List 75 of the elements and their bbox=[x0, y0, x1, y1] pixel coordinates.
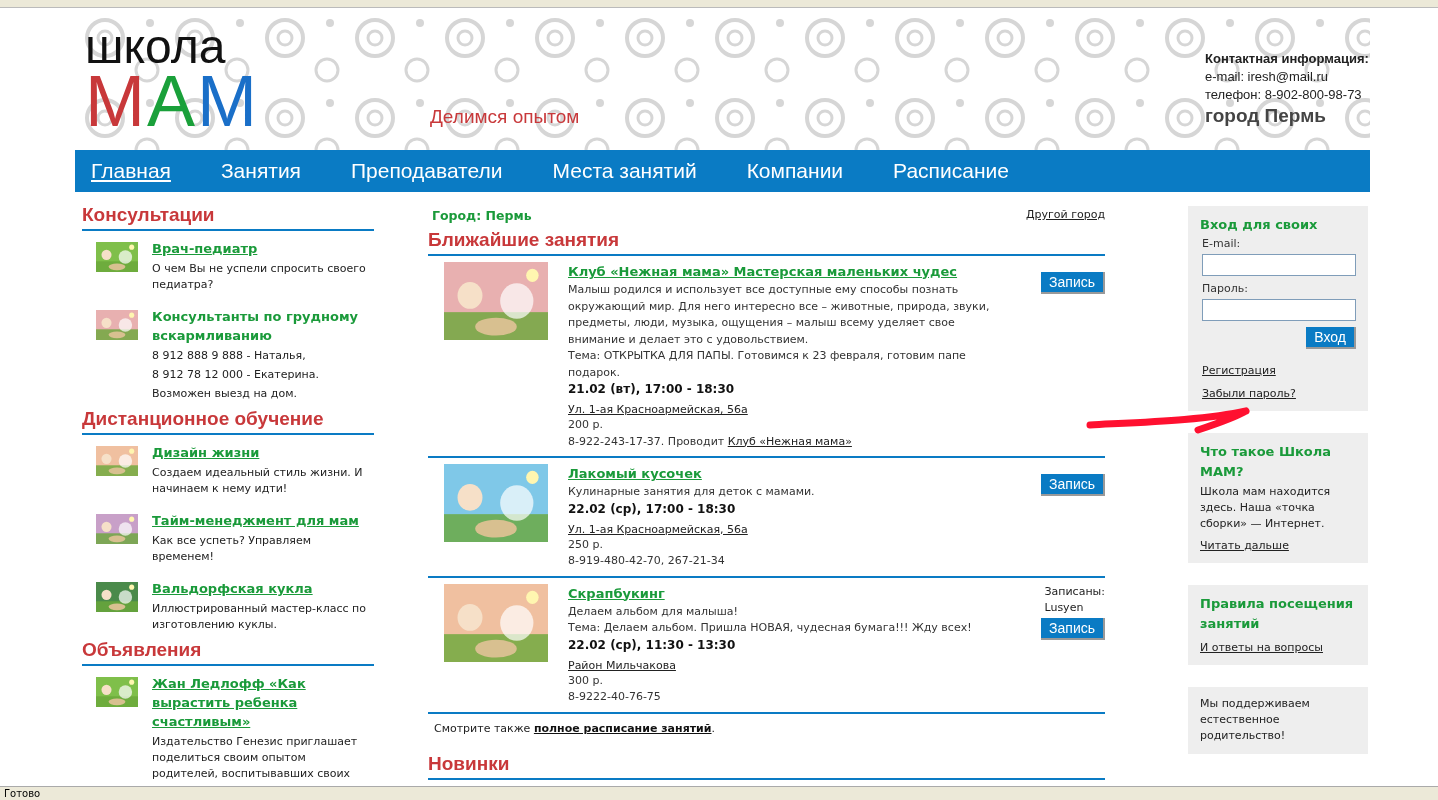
event-description: Малыш родился и использует все доступные ему способы познать окружающий мир. Для него интересно все – животные, природа, звуки, предметы, люди, музыка, ощущения – малыш всему уделяет свое внимание и делает это с удовольствием. bbox=[568, 282, 991, 348]
nav-link[interactable]: Преподаватели bbox=[351, 159, 503, 183]
logo-text: школа bbox=[85, 26, 227, 68]
item-link[interactable]: Жан Ледлофф «Как вырастить ребенка счастливым» bbox=[152, 674, 372, 731]
section-title: Новинки bbox=[428, 752, 1105, 780]
event-description: Кулинарные занятия для деток с мамами. bbox=[568, 484, 816, 500]
contact-title: Контактная информация: bbox=[1205, 50, 1369, 68]
event-price: 200 р. bbox=[568, 417, 604, 433]
section-title: Ближайшие занятия bbox=[428, 229, 1105, 256]
login-link[interactable]: Регистрация bbox=[1202, 364, 1276, 377]
address-link[interactable]: Ул. 1-ая Красноармейская, 56а bbox=[568, 403, 748, 416]
event-time: 21.02 (вт), 17:00 - 18:30 bbox=[568, 381, 736, 398]
contact-line: телефон: 8-902-800-98-73 bbox=[1205, 86, 1363, 104]
item-description: Как все успеть? Управляем временем! bbox=[152, 533, 313, 565]
host-link[interactable]: Клуб «Нежная мама» bbox=[727, 434, 852, 448]
logo-letters: МАМ bbox=[85, 68, 260, 134]
nav-link[interactable]: Места занятий bbox=[552, 159, 697, 183]
item-description: Возможен выезд на дом. bbox=[152, 386, 298, 402]
event-link[interactable]: Лакомый кусочек bbox=[568, 464, 1008, 484]
login-link[interactable]: Забыли пароль? bbox=[1202, 387, 1296, 400]
event-price: 300 р. bbox=[568, 672, 604, 689]
panel-text: Школа мам находится здесь. Наша «точка сборки» — Интернет. bbox=[1200, 484, 1332, 532]
item-description: 8 912 78 12 000 - Екатерина. bbox=[152, 367, 320, 383]
city-name: город Пермь bbox=[1205, 104, 1327, 128]
signup-button[interactable]: Запись bbox=[1041, 474, 1105, 496]
contact-line: e-mail: iresh@mail.ru bbox=[1205, 68, 1329, 86]
address-link[interactable]: Ул. 1-ая Красноармейская, 56а bbox=[568, 522, 748, 536]
item-link[interactable]: Вальдорфская кукла bbox=[152, 579, 372, 598]
event-description: Тема: ОТКРЫТКА ДЛЯ ПАПЫ. Готовимся к 23 февраля, готовим папе подарок. bbox=[568, 348, 967, 381]
item-link[interactable]: Тайм-менеджмент для мам bbox=[152, 511, 372, 530]
signup-button[interactable]: Запись bbox=[1041, 272, 1105, 294]
enrolled-label: Записаны: bbox=[1044, 583, 1105, 600]
email-label: E-mail: bbox=[1201, 237, 1242, 250]
panel-title: Что такое Школа МАМ? bbox=[1200, 443, 1332, 481]
panel-link[interactable]: И ответы на вопросы bbox=[1200, 641, 1323, 654]
see-also-text: Смотрите также полное расписание занятий. bbox=[433, 720, 716, 737]
item-description: Иллюстрированный мастер-класс по изготовлению куклы. bbox=[152, 601, 367, 633]
nav-link[interactable]: Расписание bbox=[893, 159, 1009, 183]
panel-title: Правила посещения занятий bbox=[1200, 595, 1355, 633]
item-link[interactable]: Врач-педиатр bbox=[152, 239, 372, 258]
login-button[interactable]: Вход bbox=[1306, 327, 1356, 349]
panel-text: Мы поддерживаем естественное родительство! bbox=[1200, 696, 1311, 744]
nav-link[interactable]: Компании bbox=[746, 159, 844, 183]
enrolled-user: Lusyen bbox=[1044, 599, 1085, 616]
city-label: Город: Пермь bbox=[432, 208, 532, 223]
schedule-link[interactable]: полное расписание занятий bbox=[533, 721, 712, 735]
signup-button[interactable]: Запись bbox=[1041, 617, 1105, 640]
event-contact: 8-922-243-17-37. Проводит Клуб «Нежная мама» bbox=[568, 433, 853, 450]
event-description: Тема: Делаем альбом. Пришла НОВАЯ, чудесная бумага!!! Жду всех! bbox=[568, 620, 973, 636]
item-description: Создаем идеальный стиль жизни. И начинаем к нему идти! bbox=[152, 465, 364, 497]
item-link[interactable]: Дизайн жизни bbox=[152, 443, 372, 462]
nav-link[interactable]: Занятия bbox=[220, 159, 301, 183]
status-bar: Готово bbox=[0, 786, 1438, 800]
section-title: Объявления bbox=[82, 639, 374, 666]
address-link[interactable]: Район Мильчакова bbox=[568, 658, 676, 672]
section-title: Консультации bbox=[82, 204, 374, 231]
event-link[interactable]: Клуб «Нежная мама» Мастерская маленьких чудес bbox=[568, 262, 1008, 282]
item-description: О чем Вы не успели спросить своего педиатра? bbox=[152, 261, 367, 293]
event-time: 22.02 (ср), 17:00 - 18:30 bbox=[568, 500, 737, 518]
event-contact: 8-9222-40-76-75 bbox=[568, 689, 662, 705]
password-label: Пароль: bbox=[1201, 282, 1249, 295]
event-link[interactable]: Скрапбукинг bbox=[568, 583, 1003, 604]
panel-link[interactable]: Читать дальше bbox=[1200, 539, 1289, 552]
item-description: 8 912 888 9 888 - Наталья, bbox=[152, 348, 307, 364]
slogan: Делимся опытом bbox=[430, 106, 581, 128]
change-city-link[interactable]: Другой город bbox=[1025, 208, 1105, 223]
event-time: 22.02 (ср), 11:30 - 13:30 bbox=[568, 636, 737, 654]
item-heading: Консультанты по грудному вскармливанию bbox=[152, 308, 360, 345]
login-title: Вход для своих bbox=[1200, 216, 1319, 234]
event-price: 250 р. bbox=[568, 536, 604, 553]
section-title: Дистанционное обучение bbox=[82, 408, 374, 435]
event-description: Делаем альбом для малыша! bbox=[568, 603, 739, 620]
event-contact: 8-919-480-42-70, 267-21-34 bbox=[568, 553, 726, 569]
nav-link[interactable]: Главная bbox=[91, 159, 171, 183]
item-description: Издательство Генезис приглашает поделиться своим опытом родителей, воспитывавших своих bbox=[152, 734, 359, 782]
